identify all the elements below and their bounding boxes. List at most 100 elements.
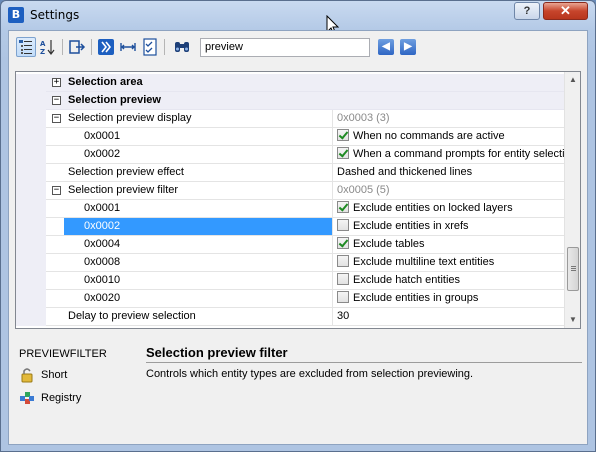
alphabetical-view-icon: A Z [40,40,55,56]
scope-registry-label: Registry [41,392,82,404]
bricscad-app-icon: B [8,7,24,23]
property-value[interactable]: When no commands are active [332,128,564,145]
row-gutter [16,110,46,128]
property-value-text: 0x0003 (3) [337,112,390,124]
checkbox-checked[interactable] [337,129,349,141]
bricscad-button[interactable] [96,37,116,57]
property-name[interactable]: 0x0001 [80,200,332,217]
export-button[interactable] [67,37,87,57]
property-value[interactable]: Exclude hatch entities [332,272,564,289]
alphabetical-view-button[interactable]: A Z [38,37,58,57]
grid-property-row[interactable]: Delay to preview selection 30 [16,308,564,326]
scope-registry: Registry [17,389,81,407]
property-name[interactable]: 0x0001 [80,128,332,145]
property-name-text: 0x0004 [84,238,121,250]
checkbox-unchecked[interactable] [337,291,349,303]
column-width-button[interactable] [118,37,138,57]
categorized-view-button[interactable] [16,37,36,57]
checkbox-unchecked[interactable] [337,219,349,231]
lock-icon [21,368,33,383]
property-name[interactable]: Selection preview effect [64,164,332,181]
property-name[interactable]: 0x0004 [80,236,332,253]
help-description: Controls which entity types are excluded… [146,368,474,380]
property-name-text: 0x0002 [84,148,121,160]
checkbox-checked[interactable] [337,237,349,249]
property-value[interactable]: When a command prompts for entity select… [332,146,564,163]
property-value[interactable]: 30 [332,308,564,325]
row-gutter [16,146,46,164]
checkbox-unchecked[interactable] [337,273,349,285]
search-previous-button[interactable]: ◀ [378,39,394,55]
help-button[interactable]: ? [514,2,540,20]
grid-property-row[interactable]: 0x0008 Exclude multiline text entities [16,254,564,272]
property-name[interactable]: Selection preview filter [64,182,332,199]
scroll-down-icon[interactable]: ▼ [565,312,580,328]
property-value-text: Exclude entities on locked layers [353,202,513,214]
property-name[interactable]: Delay to preview selection [64,308,332,325]
grid-property-row[interactable]: 0x0020 Exclude entities in groups [16,290,564,308]
bricscad-icon [98,39,114,55]
search-input[interactable]: preview [200,38,370,57]
collapse-icon[interactable]: − [52,186,61,195]
property-name-text: 0x0010 [84,274,121,286]
collapse-icon[interactable]: − [52,114,61,123]
grid-property-row[interactable]: Selection preview effect Dashed and thick… [16,164,564,182]
command-name: PREVIEWFILTER [19,348,107,360]
help-panel: PREVIEWFILTER Short Registry Selection p… [9,336,587,444]
search-next-button[interactable]: ▶ [400,39,416,55]
property-value[interactable]: Exclude multiline text entities [332,254,564,271]
property-value-text: Exclude entities in xrefs [353,220,469,232]
property-value-text: Exclude hatch entities [353,274,461,286]
title-bar[interactable]: B Settings ? ✕ [1,1,595,29]
property-name[interactable]: 0x0008 [80,254,332,271]
toolbar-separator [164,39,165,55]
row-gutter [16,254,46,272]
property-name[interactable]: 0x0002 [80,146,332,163]
property-name-text: 0x0020 [84,292,121,304]
close-button[interactable]: ✕ [543,2,588,20]
property-value[interactable]: Dashed and thickened lines [332,164,564,181]
property-name[interactable]: 0x0002 [64,218,332,235]
grid-property-row[interactable]: − Selection preview filter 0x0005 (5) [16,182,564,200]
expand-icon[interactable]: + [52,78,61,87]
checklist-button[interactable] [140,37,160,57]
export-icon [69,40,86,54]
checkbox-unchecked[interactable] [337,255,349,267]
property-value[interactable]: Exclude entities in groups [332,290,564,307]
checkbox-checked[interactable] [337,147,349,159]
grid-category-row[interactable]: + Selection area [16,74,564,92]
scope-short: Short [17,366,67,384]
scroll-up-icon[interactable]: ▲ [565,72,580,88]
property-value-text: When no commands are active [353,130,505,142]
property-value[interactable]: 0x0003 (3) [332,110,564,127]
grid-property-row[interactable]: 0x0002 When a command prompts for entity … [16,146,564,164]
property-value[interactable]: Exclude tables [332,236,564,253]
property-name-text: Selection preview effect [68,166,184,178]
category-label[interactable]: Selection area [64,74,332,91]
property-value[interactable]: 0x0005 (5) [332,182,564,199]
category-label[interactable]: Selection preview [64,92,332,109]
grid-property-row[interactable]: 0x0004 Exclude tables [16,236,564,254]
collapse-icon[interactable]: − [52,96,61,105]
grid-property-row[interactable]: 0x0001 Exclude entities on locked layers [16,200,564,218]
property-name[interactable]: Selection preview display [64,110,332,127]
grid-property-row[interactable]: 0x0002 Exclude entities in xrefs [16,218,564,236]
help-divider [146,362,582,363]
checkbox-checked[interactable] [337,201,349,213]
grid-property-row[interactable]: 0x0010 Exclude hatch entities [16,272,564,290]
scrollbar-thumb[interactable] [567,247,579,291]
categorized-view-icon [19,40,32,54]
property-value[interactable]: Exclude entities on locked layers [332,200,564,217]
grid-category-row[interactable]: − Selection preview [16,92,564,110]
grid-property-row[interactable]: − Selection preview display 0x0003 (3) [16,110,564,128]
property-name-text: Selection preview [68,94,161,106]
grid-property-row[interactable]: 0x0001 When no commands are active [16,128,564,146]
property-value[interactable]: Exclude entities in xrefs [332,218,564,235]
row-gutter [16,200,46,218]
find-button[interactable] [172,37,192,57]
property-name[interactable]: 0x0010 [80,272,332,289]
toolbar-separator [62,39,63,55]
vertical-scrollbar[interactable]: ▲ ▼ [564,72,580,328]
registry-icon [20,392,34,404]
property-name[interactable]: 0x0020 [80,290,332,307]
